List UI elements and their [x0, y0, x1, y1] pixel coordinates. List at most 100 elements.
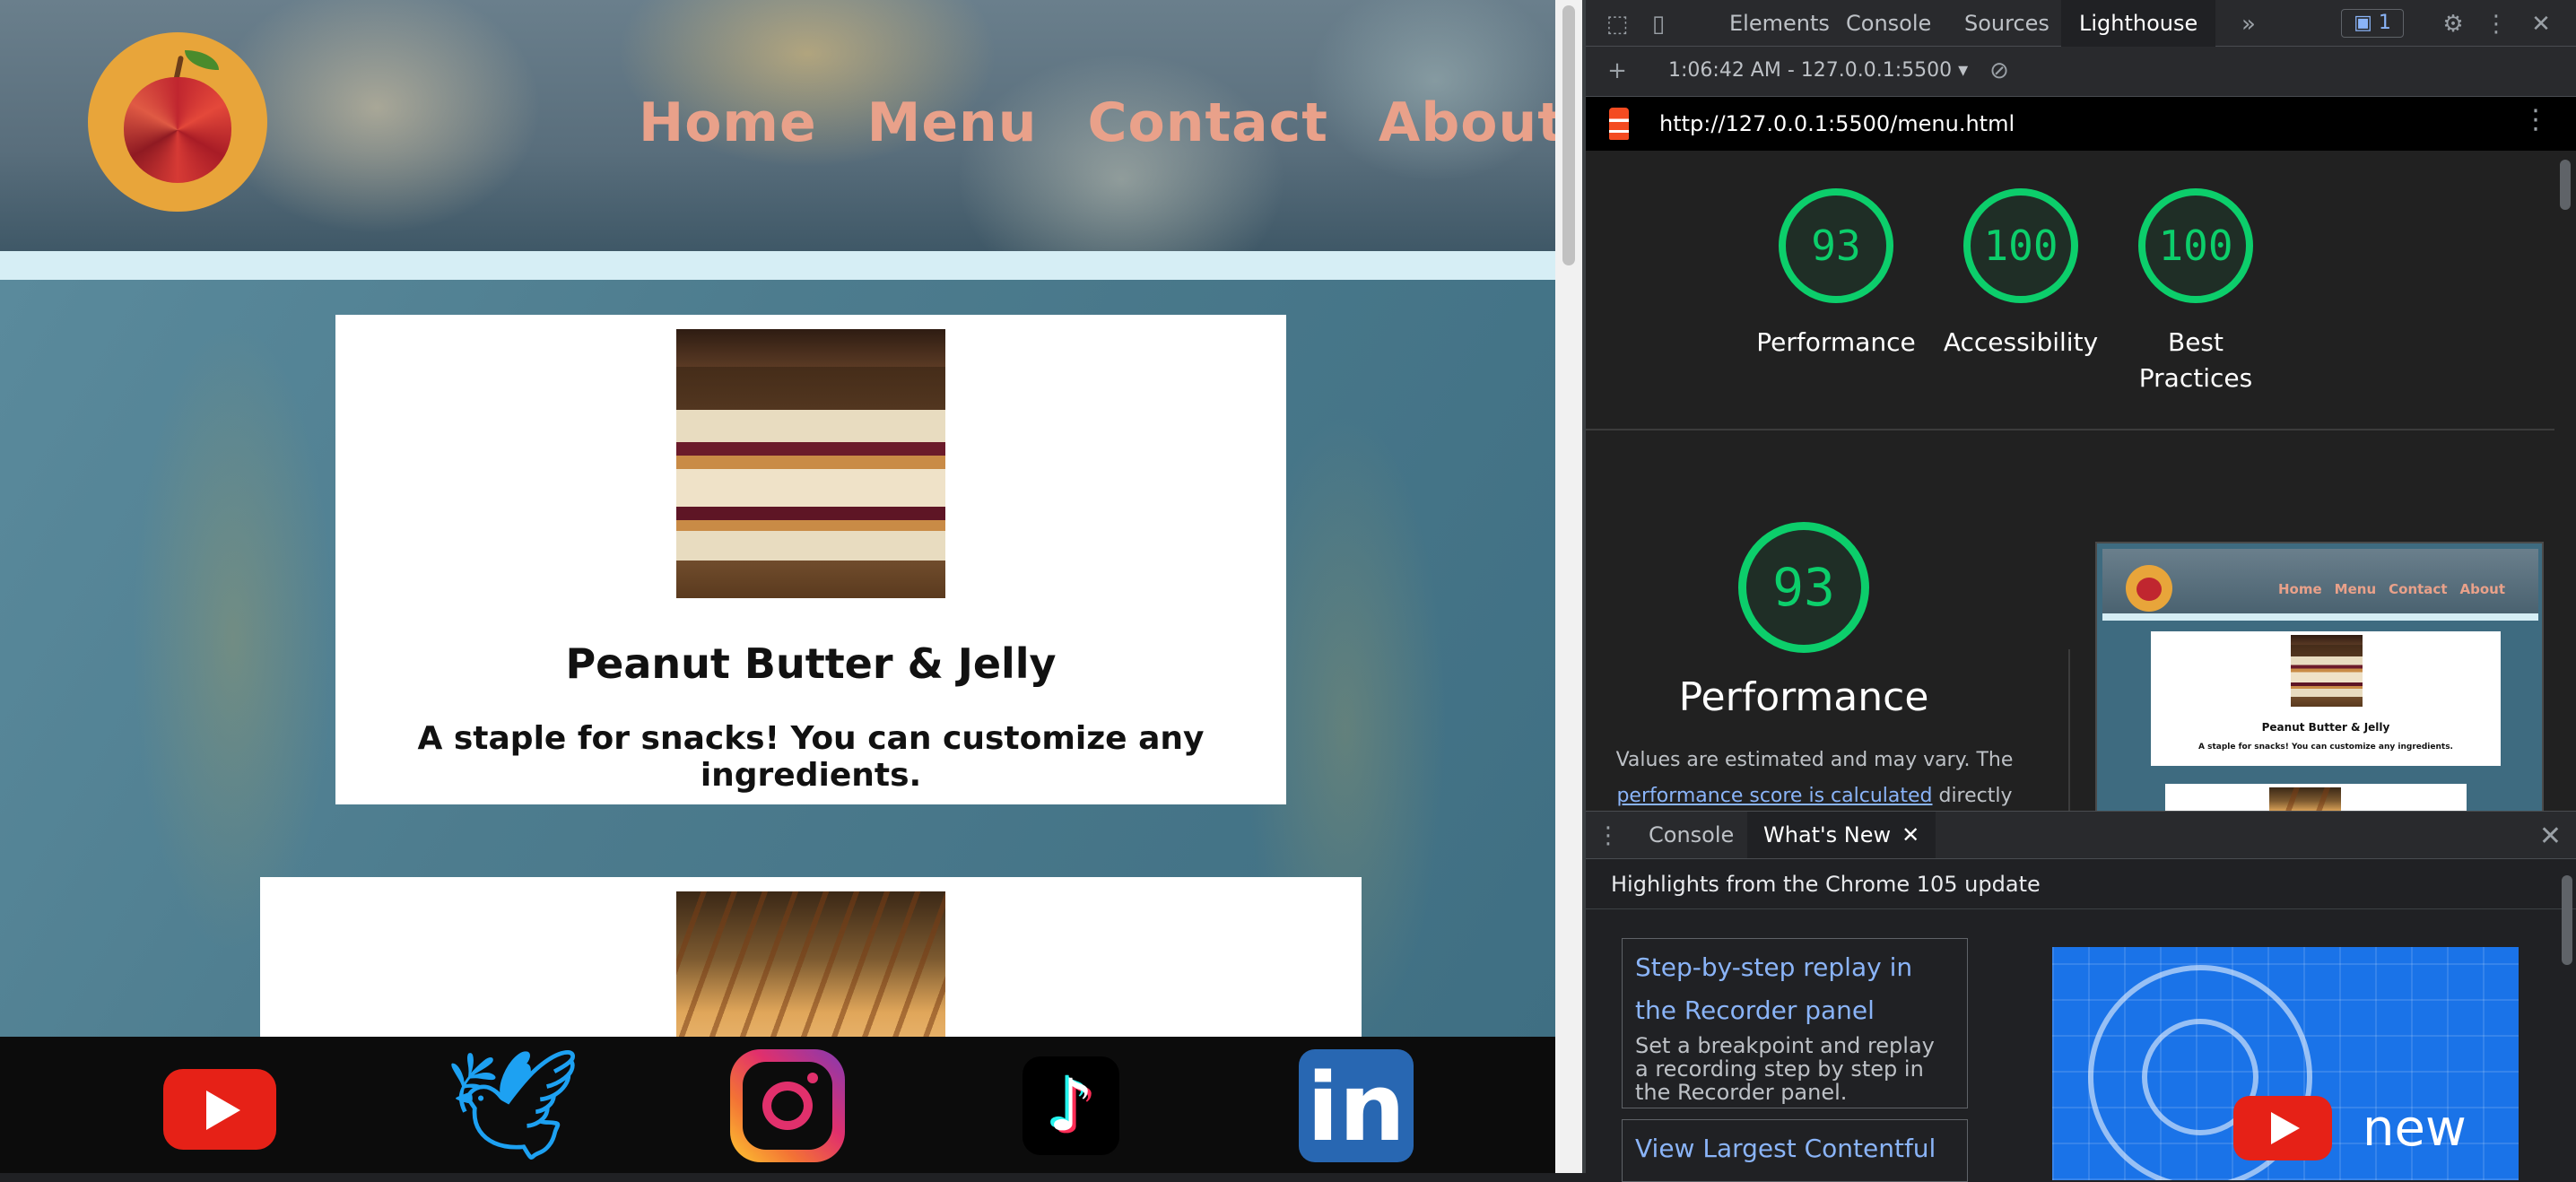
nav-home-link[interactable]: Home	[639, 91, 817, 154]
social-footer: 🕊 ♪ in	[0, 1037, 1555, 1173]
report-vertical-divider	[2068, 649, 2070, 811]
video-caption: new	[2363, 1099, 2467, 1158]
close-drawer-icon[interactable]: ✕	[2539, 821, 2562, 852]
thumbnail-nav-contact: Contact	[2389, 581, 2448, 597]
thumbnail-logo-icon	[2126, 565, 2172, 612]
score-label: Best Practices	[2138, 327, 2253, 393]
issues-badge[interactable]: ▣ 1	[2341, 9, 2404, 38]
apple-clock-icon	[124, 77, 231, 183]
whats-new-item-title[interactable]: View Largest Contentful	[1635, 1127, 1954, 1170]
website-viewport: Home Menu Contact About Peanut Butter & …	[0, 0, 1555, 1173]
customize-menu-icon[interactable]: ⋮	[2483, 11, 2510, 38]
drawer-tabbar: ⋮ Console What's New ✕ ✕	[1586, 811, 2576, 859]
new-report-plus-icon[interactable]: +	[1604, 57, 1631, 84]
thumbnail-strip	[2102, 613, 2538, 621]
menu-card-title: Peanut Butter & Jelly	[565, 639, 1057, 688]
drawer-tab-whats-new[interactable]: What's New ✕	[1747, 812, 1936, 858]
header-divider-strip	[0, 251, 1555, 280]
devtools-panel: ⬚ ▯ Elements Console Sources Lighthouse …	[1582, 0, 2576, 1182]
score-gauge-performance[interactable]: 93 Performance	[1742, 188, 1930, 361]
tiktok-icon[interactable]: ♪	[1023, 1056, 1119, 1155]
lighthouse-toolbar: + 1:06:42 AM - 127.0.0.1:5500 ▾ ⊘	[1586, 47, 2576, 97]
main-nav: Home Menu Contact About	[639, 91, 1555, 154]
performance-score-gauge: 93	[1738, 522, 1869, 653]
youtube-icon[interactable]	[163, 1069, 276, 1150]
thumbnail-nav: Home Menu Contact About	[2278, 581, 2505, 597]
lighthouse-icon	[1609, 108, 1629, 140]
devtools-tabbar: ⬚ ▯ Elements Console Sources Lighthouse …	[1586, 0, 2576, 47]
pbj-sandwich-image	[676, 329, 945, 598]
whats-new-item[interactable]: Step-by-step replay in the Recorder pane…	[1622, 938, 1968, 1108]
close-tab-icon[interactable]: ✕	[1902, 822, 1919, 847]
tab-lighthouse[interactable]: Lighthouse	[2061, 0, 2216, 47]
settings-gear-icon[interactable]: ⚙	[2440, 11, 2467, 38]
thumbnail-card: Peanut Butter & Jelly A staple for snack…	[2151, 631, 2501, 766]
thumbnail-nav-menu: Menu	[2334, 581, 2377, 597]
performance-heading: Performance	[1678, 674, 1929, 720]
whats-new-panel: Highlights from the Chrome 105 update St…	[1586, 859, 2576, 1182]
inspect-element-icon[interactable]: ⬚	[1604, 11, 1631, 38]
final-screenshot-thumbnail[interactable]: Home Menu Contact About Peanut Butter & …	[2095, 542, 2544, 811]
nav-menu-link[interactable]: Menu	[867, 91, 1038, 154]
drawer-tab-whats-new-label: What's New	[1763, 822, 1892, 847]
report-url-bar: http://127.0.0.1:5500/menu.html ⋮	[1586, 97, 2576, 151]
report-divider	[1586, 429, 2576, 430]
nav-about-link[interactable]: About	[1379, 91, 1555, 154]
nav-contact-link[interactable]: Contact	[1088, 91, 1328, 154]
performance-score-link[interactable]: performance score is calculated	[1616, 785, 1932, 807]
menu-card-panini	[260, 877, 1362, 1160]
thumbnail-nav-home: Home	[2278, 581, 2322, 597]
youtube-play-icon[interactable]	[2233, 1096, 2332, 1160]
website-scrollbar-thumb[interactable]	[1562, 5, 1575, 265]
report-scrollbar-thumb[interactable]	[2560, 160, 2571, 210]
report-more-icon[interactable]: ⋮	[2522, 104, 2549, 135]
website-scrollbar[interactable]	[1555, 0, 1582, 1173]
tab-sources[interactable]: Sources	[1946, 0, 2067, 47]
score-value: 100	[2138, 188, 2253, 303]
menu-card-pbj: Peanut Butter & Jelly A staple for snack…	[335, 315, 1286, 804]
clear-reports-icon[interactable]: ⊘	[1986, 57, 2013, 84]
whats-new-item-title[interactable]: Step-by-step replay in the Recorder pane…	[1635, 946, 1954, 1032]
thumbnail-panini-image	[2269, 787, 2341, 811]
performance-description: Values are estimated and may vary. The p…	[1604, 743, 2025, 811]
drawer-menu-icon[interactable]: ⋮	[1597, 822, 1620, 849]
whats-new-item-desc: Set a breakpoint and replay a recording …	[1635, 1033, 1935, 1105]
report-url[interactable]: http://127.0.0.1:5500/menu.html	[1659, 111, 2015, 136]
lighthouse-report: 93 Performance 100 Accessibility 100 Bes…	[1586, 151, 2576, 811]
tab-console[interactable]: Console	[1828, 0, 1949, 47]
more-tabs-chevron-icon[interactable]: »	[2235, 11, 2262, 38]
score-value: 100	[1963, 188, 2078, 303]
score-label: Performance	[1756, 327, 1916, 357]
score-gauge-accessibility[interactable]: 100 Accessibility	[1927, 188, 2115, 361]
instagram-dot	[807, 1073, 818, 1083]
thumbnail-card-title: Peanut Butter & Jelly	[2261, 721, 2390, 734]
score-value: 93	[1779, 188, 1893, 303]
whats-new-video-thumbnail[interactable]: new	[2052, 947, 2519, 1180]
close-devtools-icon[interactable]: ✕	[2528, 11, 2554, 38]
report-scrollbar[interactable]	[2554, 151, 2576, 811]
twitter-icon[interactable]: 🕊	[445, 1049, 581, 1162]
report-selector[interactable]: 1:06:42 AM - 127.0.0.1:5500 ▾	[1668, 59, 1968, 82]
issues-count: 1	[2378, 12, 2391, 34]
thumbnail-card-2	[2165, 784, 2467, 811]
score-label: Accessibility	[1943, 327, 2099, 357]
drawer-tab-console[interactable]: Console	[1632, 812, 1750, 858]
score-gauge-best-practices[interactable]: 100 Best Practices	[2097, 188, 2294, 396]
linkedin-icon[interactable]: in	[1299, 1049, 1414, 1162]
site-header: Home Menu Contact About	[0, 0, 1555, 251]
report-selector-label: 1:06:42 AM - 127.0.0.1:5500	[1668, 59, 1953, 82]
device-toolbar-icon[interactable]: ▯	[1645, 11, 1672, 38]
instagram-icon[interactable]	[730, 1049, 845, 1162]
instagram-lens	[762, 1082, 813, 1130]
whats-new-scrollbar-thumb[interactable]	[2562, 875, 2572, 965]
thumbnail-header: Home Menu Contact About	[2102, 549, 2538, 613]
thumbnail-pbj-image	[2291, 635, 2363, 707]
thumbnail-card-text: A staple for snacks! You can customize a…	[2198, 743, 2453, 752]
whats-new-heading: Highlights from the Chrome 105 update	[1586, 859, 2576, 909]
apple-logo[interactable]	[88, 32, 267, 212]
chevron-down-icon: ▾	[1958, 59, 1969, 82]
menu-card-description: A staple for snacks! You can customize a…	[417, 720, 1205, 794]
thumbnail-nav-about: About	[2459, 581, 2506, 597]
issues-icon: ▣	[2354, 12, 2379, 34]
desc-text: Values are estimated and may vary. The	[1615, 749, 2014, 771]
